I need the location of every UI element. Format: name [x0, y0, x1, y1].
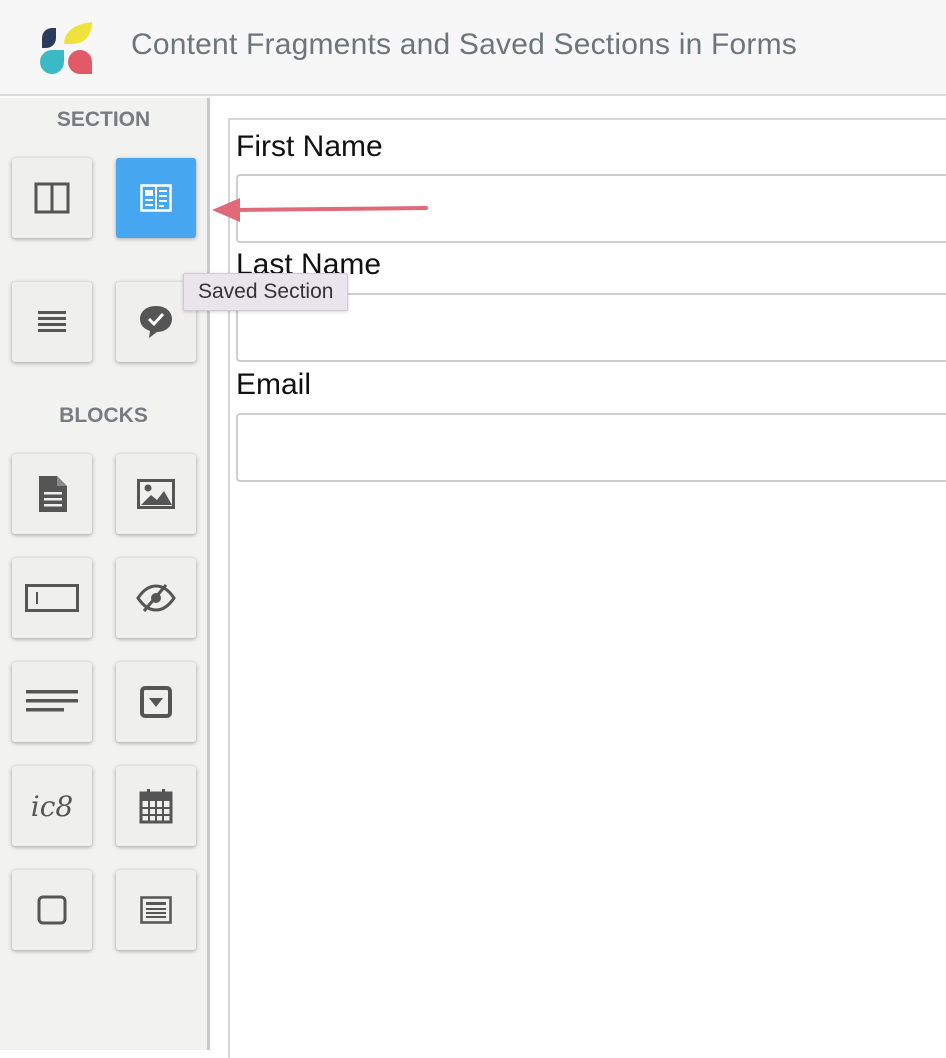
document-icon	[39, 476, 67, 512]
checkbox-icon	[37, 895, 67, 925]
email-label: Email	[236, 368, 312, 401]
image-icon	[137, 479, 175, 509]
saved-section-icon	[140, 184, 172, 212]
date-block-button[interactable]	[116, 766, 196, 846]
saved-section-tooltip: Saved Section	[183, 273, 349, 311]
captcha-block-button[interactable]: ic8	[12, 766, 92, 846]
text-input-block-button[interactable]	[12, 558, 92, 638]
image-block-button[interactable]	[116, 454, 196, 534]
app-header: Content Fragments and Saved Sections in …	[0, 0, 946, 96]
section-heading: SECTION	[56, 108, 151, 131]
saved-section-button[interactable]	[116, 158, 196, 238]
annotation-arrow	[212, 198, 428, 222]
dropdown-block-button[interactable]	[116, 662, 196, 742]
columns-section-button[interactable]	[12, 158, 92, 238]
blocks-heading: BLOCKS	[59, 404, 148, 427]
checkbox-block-button[interactable]	[12, 870, 92, 950]
dropdown-icon	[140, 686, 172, 718]
page-title: Content Fragments and Saved Sections in …	[131, 28, 797, 61]
columns-icon	[34, 182, 70, 214]
hidden-eye-icon	[136, 584, 176, 612]
text-input-icon	[25, 584, 79, 612]
captcha-icon: ic8	[30, 789, 74, 823]
chat-check-icon	[140, 306, 172, 338]
hidden-field-block-button[interactable]	[116, 558, 196, 638]
calendar-icon	[139, 789, 173, 824]
first-name-label: First Name	[236, 130, 383, 163]
paragraph-icon	[26, 690, 78, 712]
list-lines-icon	[38, 311, 66, 332]
list-section-button[interactable]	[12, 282, 92, 362]
email-field[interactable]	[236, 413, 946, 482]
builder-sidebar: SECTION BLOCKS ic8	[0, 98, 210, 1050]
content-fragment-block-button[interactable]	[12, 454, 92, 534]
form-box-icon	[140, 896, 172, 924]
paragraph-block-button[interactable]	[12, 662, 92, 742]
app-logo-icon	[40, 22, 92, 74]
form-block-button[interactable]	[116, 870, 196, 950]
